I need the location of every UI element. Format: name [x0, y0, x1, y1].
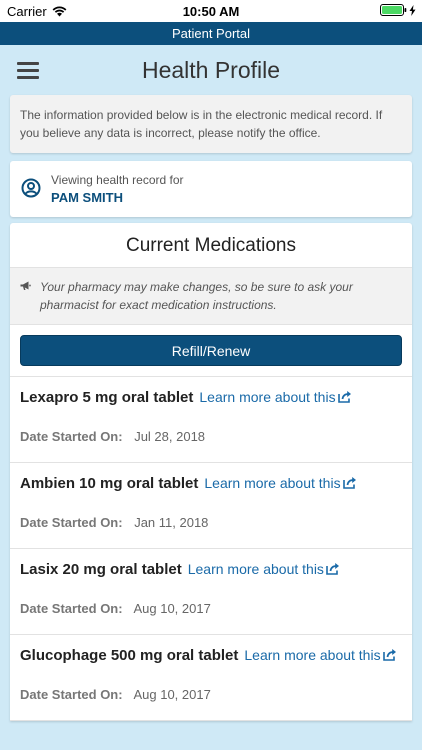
- battery-icon: [380, 4, 407, 16]
- medication-item: Lasix 20 mg oral tablet Learn more about …: [10, 549, 412, 635]
- refill-wrap: Refill/Renew: [10, 325, 412, 377]
- external-share-icon: [382, 649, 396, 661]
- medication-name: Glucophage 500 mg oral tablet: [20, 647, 239, 664]
- portal-title-bar: Patient Portal: [0, 22, 422, 45]
- learn-more-link[interactable]: Learn more about this: [244, 647, 396, 663]
- external-share-icon: [342, 477, 356, 489]
- medication-name: Lexapro 5 mg oral tablet: [20, 389, 194, 406]
- medication-item: Glucophage 500 mg oral tablet Learn more …: [10, 635, 412, 721]
- date-started-label: Date Started On:: [20, 515, 123, 530]
- medication-header: Ambien 10 mg oral tablet Learn more about…: [20, 473, 402, 494]
- learn-more-label: Learn more about this: [199, 389, 336, 405]
- info-notice: The information provided below is in the…: [10, 95, 412, 153]
- page-title: Health Profile: [141, 57, 281, 83]
- medications-card: Current Medications Your pharmacy may ma…: [10, 223, 412, 721]
- medication-item: Ambien 10 mg oral tablet Learn more about…: [10, 463, 412, 549]
- page-header: Health Profile: [0, 45, 422, 95]
- megaphone-icon: [20, 281, 31, 290]
- learn-more-link[interactable]: Learn more about this: [199, 389, 351, 405]
- learn-more-link[interactable]: Learn more about this: [204, 475, 356, 491]
- charging-icon: [409, 4, 416, 16]
- clock: 10:50 AM: [182, 4, 240, 19]
- date-started-value: Jul 28, 2018: [134, 429, 206, 444]
- learn-more-link[interactable]: Learn more about this: [188, 561, 340, 577]
- main-content: The information provided below is in the…: [10, 95, 412, 721]
- date-started-label: Date Started On:: [20, 687, 123, 702]
- refill-renew-button[interactable]: Refill/Renew: [20, 335, 402, 366]
- learn-more-label: Learn more about this: [204, 475, 341, 491]
- pharmacy-note-text: Your pharmacy may make changes, so be su…: [40, 280, 353, 312]
- learn-more-label: Learn more about this: [187, 561, 324, 577]
- medication-header: Glucophage 500 mg oral tablet Learn more …: [20, 645, 402, 666]
- date-started-row: Date Started On: Jan 11, 2018: [20, 494, 402, 548]
- medications-title: Current Medications: [10, 223, 412, 268]
- patient-card: Viewing health record for PAM SMITH: [10, 161, 412, 217]
- learn-more-label: Learn more about this: [244, 647, 381, 663]
- date-started-value: Aug 10, 2017: [133, 601, 211, 616]
- date-started-value: Jan 11, 2018: [134, 515, 209, 530]
- date-started-row: Date Started On: Aug 10, 2017: [20, 666, 402, 720]
- medication-header: Lasix 20 mg oral tablet Learn more about …: [20, 559, 402, 580]
- date-started-label: Date Started On:: [20, 429, 123, 444]
- pharmacy-note: Your pharmacy may make changes, so be su…: [10, 268, 412, 325]
- medication-header: Lexapro 5 mg oral tablet Learn more about…: [20, 387, 402, 408]
- status-bar: Carrier 10:50 AM: [0, 0, 422, 22]
- date-started-row: Date Started On: Jul 28, 2018: [20, 408, 402, 462]
- medication-name: Lasix 20 mg oral tablet: [20, 561, 182, 578]
- external-share-icon: [326, 563, 339, 575]
- user-circle-icon: [21, 178, 41, 198]
- status-right: [380, 4, 416, 16]
- patient-label: Viewing health record for: [51, 173, 184, 187]
- date-started-value: Aug 10, 2017: [133, 687, 211, 702]
- external-share-icon: [337, 391, 351, 403]
- medication-name: Ambien 10 mg oral tablet: [20, 475, 199, 492]
- medication-item: Lexapro 5 mg oral tablet Learn more about…: [10, 377, 412, 463]
- date-started-row: Date Started On: Aug 10, 2017: [20, 580, 402, 634]
- patient-name: PAM SMITH: [51, 190, 123, 205]
- date-started-label: Date Started On:: [20, 601, 123, 616]
